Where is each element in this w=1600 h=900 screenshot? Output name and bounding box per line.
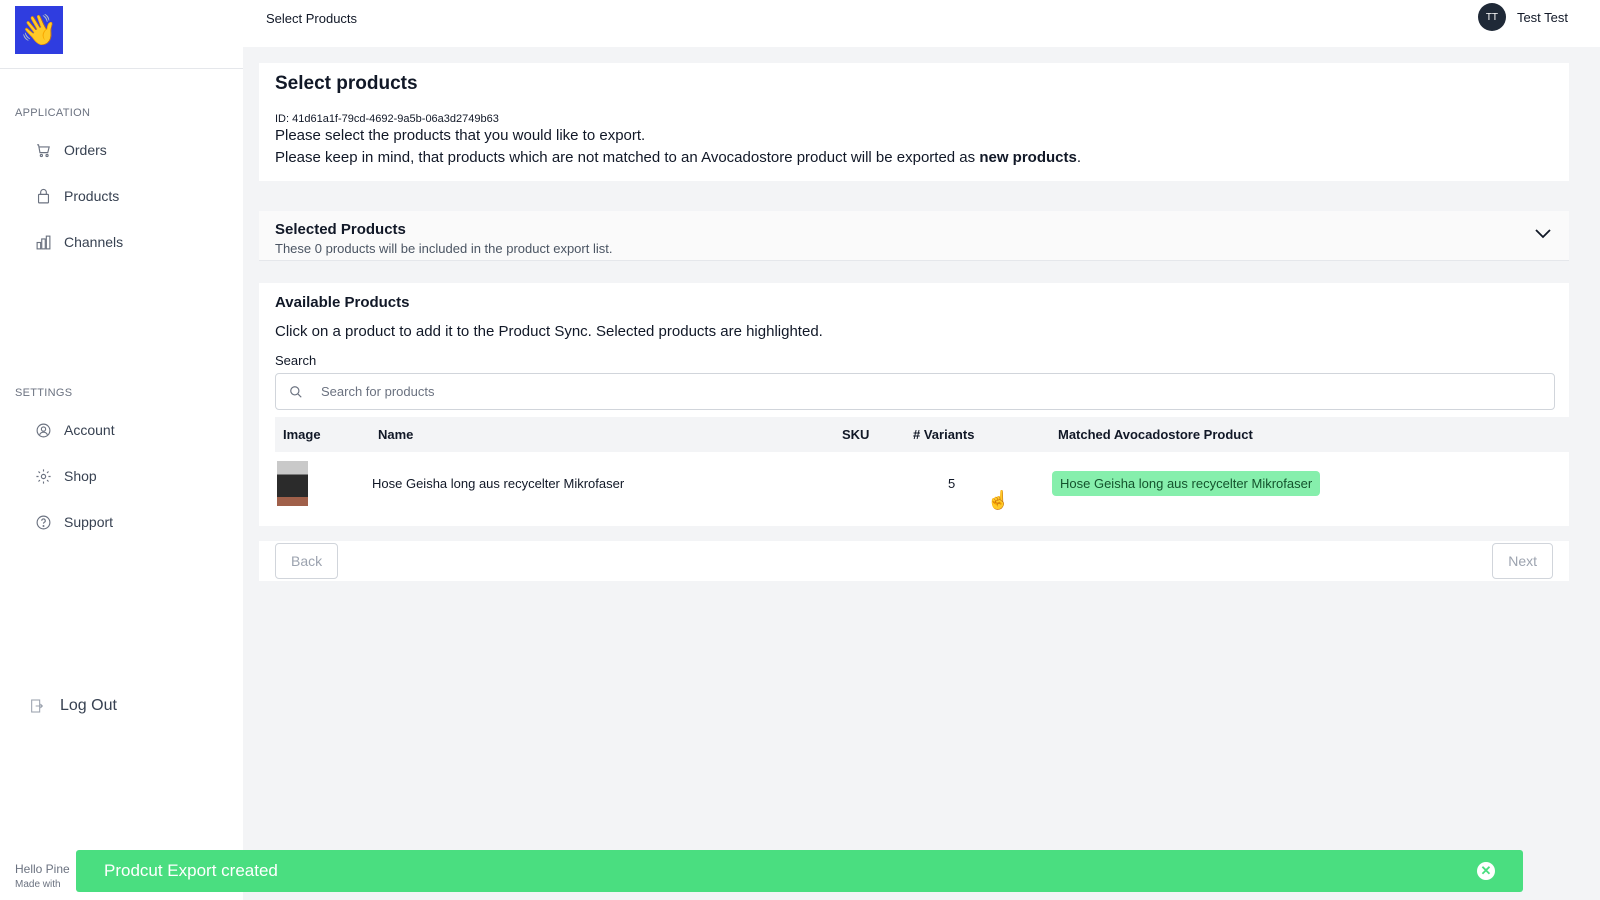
product-sku	[834, 452, 905, 515]
sidebar-footer: Hello Pine Made with	[15, 862, 70, 890]
sidebar-item-label: Shop	[64, 468, 97, 484]
user-name: Test Test	[1516, 9, 1568, 25]
column-header-matched[interactable]: Matched Avocadostore Product	[1050, 417, 1569, 452]
search-box[interactable]	[275, 373, 1555, 410]
actions-bar: Back Next	[259, 541, 1569, 581]
selected-products-panel[interactable]: Selected Products These 0 products will …	[259, 211, 1569, 261]
question-icon	[36, 515, 51, 529]
selected-products-title: Selected Products	[275, 221, 406, 238]
products-table: Image Name SKU # Variants Matched Avocad…	[275, 417, 1569, 515]
bag-icon	[37, 188, 50, 203]
search-input[interactable]	[321, 384, 1521, 399]
intro-card: Select products ID: 41d61a1f-79cd-4692-9…	[259, 63, 1569, 181]
product-name: Hose Geisha long aus recycelter Mikrofas…	[372, 476, 625, 491]
gear-icon	[36, 468, 51, 484]
logout-label: Log Out	[60, 697, 117, 714]
chart-icon	[36, 235, 51, 249]
back-button[interactable]: Back	[275, 543, 339, 579]
intro-line-2-suffix: .	[1076, 149, 1081, 166]
search-icon	[290, 385, 302, 398]
intro-line-2-text: Please keep in mind, that products which…	[275, 149, 980, 166]
user-circle-icon	[36, 423, 51, 437]
sidebar-item-support[interactable]: Support	[0, 499, 243, 545]
sidebar-item-shop[interactable]: Shop	[0, 453, 243, 499]
product-variants: 5	[948, 476, 956, 491]
sidebar-item-orders[interactable]: Orders	[0, 127, 243, 173]
section-title: Select products	[275, 73, 418, 94]
toast-notification: Prodcut Export created ✕	[76, 850, 1523, 892]
product-image-cell	[275, 452, 370, 515]
sidebar-item-channels[interactable]: Channels	[0, 219, 243, 265]
column-header-name[interactable]: Name	[370, 417, 834, 452]
application-heading: APPLICATION	[15, 107, 91, 119]
app-logo[interactable]: 👋	[15, 6, 63, 54]
footer-greeting: Hello Pine	[15, 862, 70, 876]
main-content: Select products ID: 41d61a1f-79cd-4692-9…	[259, 63, 1569, 581]
close-icon[interactable]: ✕	[1477, 862, 1495, 880]
table-row[interactable]: Hose Geisha long aus recycelter Mikrofas…	[275, 452, 1569, 515]
logout-button[interactable]: Log Out	[29, 697, 117, 715]
toast-message: Prodcut Export created	[104, 861, 278, 880]
sidebar-item-label: Channels	[64, 234, 124, 250]
sidebar-item-account[interactable]: Account	[0, 407, 243, 453]
table-header-row: Image Name SKU # Variants Matched Avocad…	[275, 417, 1569, 452]
pointer-cursor-icon: ☝	[987, 490, 1010, 510]
available-products-description: Click on a product to add it to the Prod…	[275, 323, 823, 340]
logo-area: 👋	[0, 0, 243, 69]
intro-line-1: Please select the products that you woul…	[275, 127, 646, 144]
settings-heading: SETTINGS	[15, 387, 73, 399]
page-title: Select Products	[266, 11, 358, 26]
available-products-card: Available Products Click on a product to…	[259, 283, 1569, 526]
sidebar-item-label: Account	[64, 422, 115, 438]
matched-product-badge: Hose Geisha long aus recycelter Mikrofas…	[1052, 471, 1321, 496]
user-menu[interactable]: TT Test Test	[1477, 3, 1568, 31]
footer-made-with: Made with	[15, 879, 61, 890]
search-label: Search	[275, 353, 317, 368]
cart-icon	[37, 143, 50, 157]
selected-products-subtitle: These 0 products will be included in the…	[275, 241, 613, 256]
sidebar: 👋 APPLICATION Orders Products Channels S…	[0, 0, 243, 900]
sidebar-item-products[interactable]: Products	[0, 173, 243, 219]
available-products-title: Available Products	[275, 294, 410, 311]
export-id: ID: 41d61a1f-79cd-4692-9a5b-06a3d2749b63	[275, 113, 499, 125]
column-header-variants[interactable]: # Variants	[905, 417, 1050, 452]
product-thumbnail	[277, 461, 308, 506]
column-header-sku[interactable]: SKU	[834, 417, 905, 452]
intro-line-2: Please keep in mind, that products which…	[275, 147, 1553, 169]
next-button[interactable]: Next	[1492, 543, 1553, 579]
logout-icon	[31, 699, 44, 713]
column-header-image[interactable]: Image	[275, 417, 370, 452]
top-header: Select Products TT Test Test	[243, 0, 1600, 47]
matched-product-cell: Hose Geisha long aus recycelter Mikrofas…	[1050, 452, 1569, 515]
sidebar-item-label: Orders	[64, 142, 107, 158]
chevron-down-icon[interactable]	[1535, 229, 1551, 239]
intro-line-2-bold: new products	[979, 149, 1077, 166]
avatar: TT	[1477, 3, 1506, 31]
sidebar-item-label: Support	[64, 514, 114, 530]
sidebar-item-label: Products	[64, 188, 120, 204]
